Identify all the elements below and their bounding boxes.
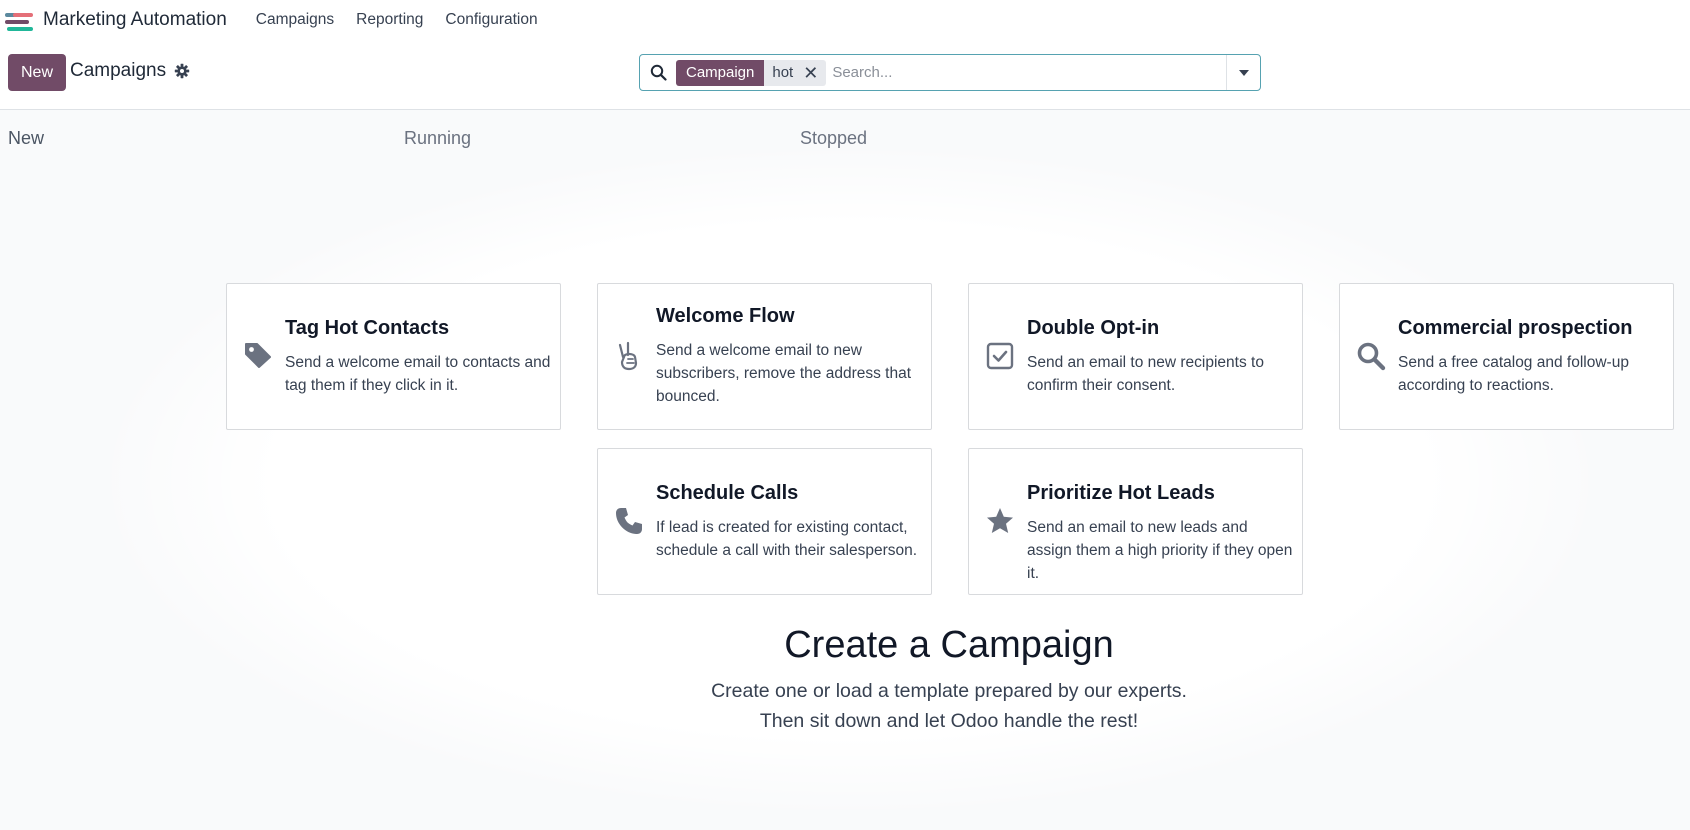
star-icon: [985, 506, 1015, 536]
template-card-welcome-flow[interactable]: Welcome Flow Send a welcome email to new…: [597, 283, 932, 430]
template-title: Prioritize Hot Leads: [1027, 482, 1215, 504]
search-icon[interactable]: [640, 55, 676, 90]
tag-icon: [243, 340, 273, 370]
column-header-new[interactable]: New: [8, 128, 44, 149]
template-description: Send an email to new leads and assign th…: [1027, 519, 1293, 582]
template-card-schedule-calls[interactable]: Schedule Calls If lead is created for ex…: [597, 448, 932, 595]
search-facet: Campaign hot ✕: [676, 59, 827, 86]
search-icon: [1356, 341, 1386, 371]
brand[interactable]: Marketing Automation: [5, 9, 245, 31]
template-card-prioritize-hot-leads[interactable]: Prioritize Hot Leads Send an email to ne…: [968, 448, 1303, 595]
app-logo-icon: [5, 10, 35, 31]
facet-value: hot: [772, 63, 794, 81]
help-line-2: Then sit down and let Odoo handle the re…: [759, 710, 1139, 732]
breadcrumb: Campaigns: [70, 60, 190, 82]
template-description: Send a free catalog and follow-up accord…: [1398, 354, 1629, 394]
help-title: Create a Campaign: [208, 624, 1690, 667]
check-square-icon: [985, 341, 1015, 371]
template-card-tag-hot-contacts[interactable]: Tag Hot Contacts Send a welcome email to…: [226, 283, 561, 430]
kanban-view: New Running Stopped Tag Hot Contacts Sen…: [0, 110, 1690, 830]
template-description: Send a welcome email to contacts and tag…: [285, 354, 551, 394]
template-title: Commercial prospection: [1398, 317, 1633, 339]
template-card-commercial-prospection[interactable]: Commercial prospection Send a free catal…: [1339, 283, 1674, 430]
column-header-stopped[interactable]: Stopped: [800, 128, 867, 149]
template-title: Double Opt-in: [1027, 317, 1160, 339]
column-header-running[interactable]: Running: [404, 128, 471, 149]
template-title: Tag Hot Contacts: [285, 317, 450, 339]
top-navbar: Marketing Automation Campaigns Reporting…: [0, 0, 1690, 40]
phone-icon: [614, 506, 644, 536]
menu-campaigns[interactable]: Campaigns: [256, 11, 334, 29]
help-title-text: Create a Campaign: [784, 624, 1114, 666]
template-description: Send an email to new recipients to confi…: [1027, 354, 1264, 394]
caret-down-icon: [1238, 69, 1249, 76]
control-panel: New Campaigns Campaign hot ✕ Search...: [0, 40, 1690, 110]
facet-label: Campaign: [676, 59, 765, 86]
search-input[interactable]: [826, 57, 1226, 88]
menu-configuration[interactable]: Configuration: [445, 11, 537, 29]
template-title: Schedule Calls: [656, 482, 799, 504]
app-title[interactable]: Marketing Automation: [43, 9, 227, 31]
facet-remove-icon[interactable]: ✕: [803, 60, 818, 86]
help-line-1: Create one or load a template prepared b…: [711, 680, 1187, 702]
template-title: Welcome Flow: [656, 305, 795, 327]
template-card-double-opt-in[interactable]: Double Opt-in Send an email to new recip…: [968, 283, 1303, 430]
new-button[interactable]: New: [8, 54, 66, 91]
main-menu: Campaigns Reporting Configuration: [245, 11, 549, 29]
menu-reporting[interactable]: Reporting: [356, 11, 423, 29]
template-description: If lead is created for existing contact,…: [656, 519, 918, 559]
facet-value-wrap: hot ✕: [764, 59, 827, 86]
page-title: Campaigns: [70, 60, 167, 81]
gear-icon[interactable]: [174, 63, 190, 79]
search-bar: Campaign hot ✕: [639, 54, 1261, 91]
search-options-toggle[interactable]: [1226, 55, 1260, 90]
hand-peace-icon: [614, 341, 644, 371]
template-description: Send a welcome email to new subscribers,…: [656, 342, 912, 405]
